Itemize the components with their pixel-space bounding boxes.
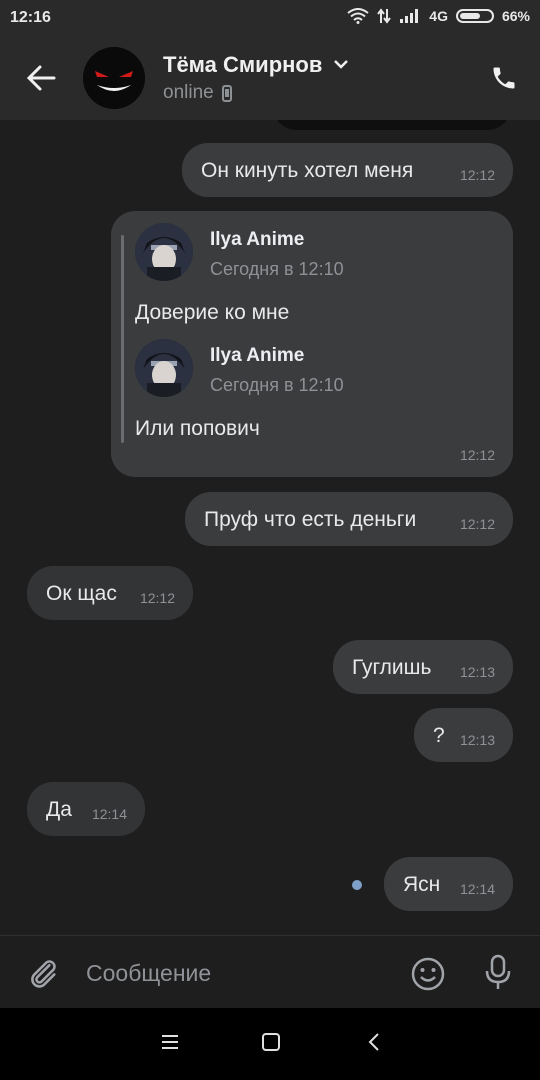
message-bubble[interactable]: ? 12:13 [414, 708, 513, 762]
forward-text: Или попович [135, 417, 260, 440]
message-bubble[interactable]: Гуглишь 12:13 [333, 640, 513, 694]
message-text: Гуглишь [352, 656, 432, 679]
message-text: Пруф что есть деньги [204, 508, 417, 531]
forward-author-avatar[interactable] [135, 339, 193, 397]
forwarded-messages-bubble[interactable]: Ilya Anime Сегодня в 12:10 Доверие ко мн… [111, 211, 513, 477]
microphone-icon[interactable] [482, 954, 514, 992]
message-bubble[interactable]: Он кинуть хотел меня 12:12 [182, 143, 513, 197]
mobile-device-icon [221, 84, 232, 102]
message-bubble[interactable]: Ясн 12:14 [384, 857, 513, 911]
attach-paperclip-icon[interactable] [26, 956, 60, 990]
forward-author-name: Ilya Anime [210, 229, 305, 250]
message-bubble-incoming[interactable]: Ок щас 12:12 [27, 566, 193, 620]
message-bubble-incoming[interactable]: Да 12:14 [27, 782, 145, 836]
chevron-down-icon[interactable] [333, 58, 349, 70]
back-icon[interactable] [366, 1032, 382, 1052]
message-text: Да [46, 798, 72, 821]
message-text: ? [433, 724, 445, 747]
message-time: 12:13 [459, 664, 495, 680]
forward-author-avatar[interactable] [135, 223, 193, 281]
forward-text: Доверие ко мне [135, 301, 290, 324]
contact-status: online [163, 82, 232, 104]
status-bar: 12:16 4G 66% [0, 0, 540, 36]
emoji-smile-icon[interactable] [410, 956, 446, 992]
status-time: 12:16 [10, 9, 51, 26]
forward-indicator-line [121, 235, 124, 443]
message-time: 12:12 [459, 167, 495, 183]
message-text: Он кинуть хотел меня [201, 159, 414, 182]
network-type: 4G [429, 8, 448, 24]
anime-avatar-icon [135, 223, 193, 281]
menu-icon[interactable] [160, 1032, 180, 1052]
anime-avatar-icon [135, 339, 193, 397]
back-arrow-icon[interactable] [26, 64, 56, 92]
forward-author-name: Ilya Anime [210, 345, 305, 366]
message-input[interactable]: Сообщение [86, 960, 211, 987]
unread-dot [352, 880, 362, 890]
avatar-face-icon [83, 47, 145, 109]
system-navigation-bar [0, 1008, 540, 1080]
status-text: online [163, 82, 214, 103]
message-time: 12:12 [459, 447, 495, 463]
phone-call-icon[interactable] [490, 64, 518, 92]
status-icons: 4G 66% [347, 8, 530, 24]
home-icon[interactable] [261, 1032, 281, 1052]
battery-icon [455, 9, 494, 23]
battery-percent: 66% [501, 8, 530, 24]
contact-avatar[interactable] [83, 47, 145, 109]
contact-name[interactable]: Тёма Смирнов [163, 52, 322, 78]
message-text: Ясн [403, 873, 441, 896]
message-time: 12:14 [459, 881, 495, 897]
message-time: 12:12 [139, 590, 175, 606]
message-time: 12:13 [459, 732, 495, 748]
message-bubble-partial [272, 120, 512, 130]
message-time: 12:12 [459, 516, 495, 532]
message-text: Ок щас [46, 582, 117, 605]
chat-header: Тёма Смирнов online [0, 36, 540, 120]
forward-date: Сегодня в 12:10 [210, 375, 344, 395]
wifi-icon [347, 8, 369, 24]
forward-date: Сегодня в 12:10 [210, 259, 344, 279]
message-bubble[interactable]: Пруф что есть деньги 12:12 [185, 492, 513, 546]
message-time: 12:14 [91, 806, 127, 822]
message-list[interactable]: Он кинуть хотел меня 12:12 Ilya Anime Се… [0, 120, 540, 935]
signal-icon [400, 9, 419, 23]
data-transfer-icon [377, 8, 392, 24]
message-composer: Сообщение [0, 935, 540, 1009]
